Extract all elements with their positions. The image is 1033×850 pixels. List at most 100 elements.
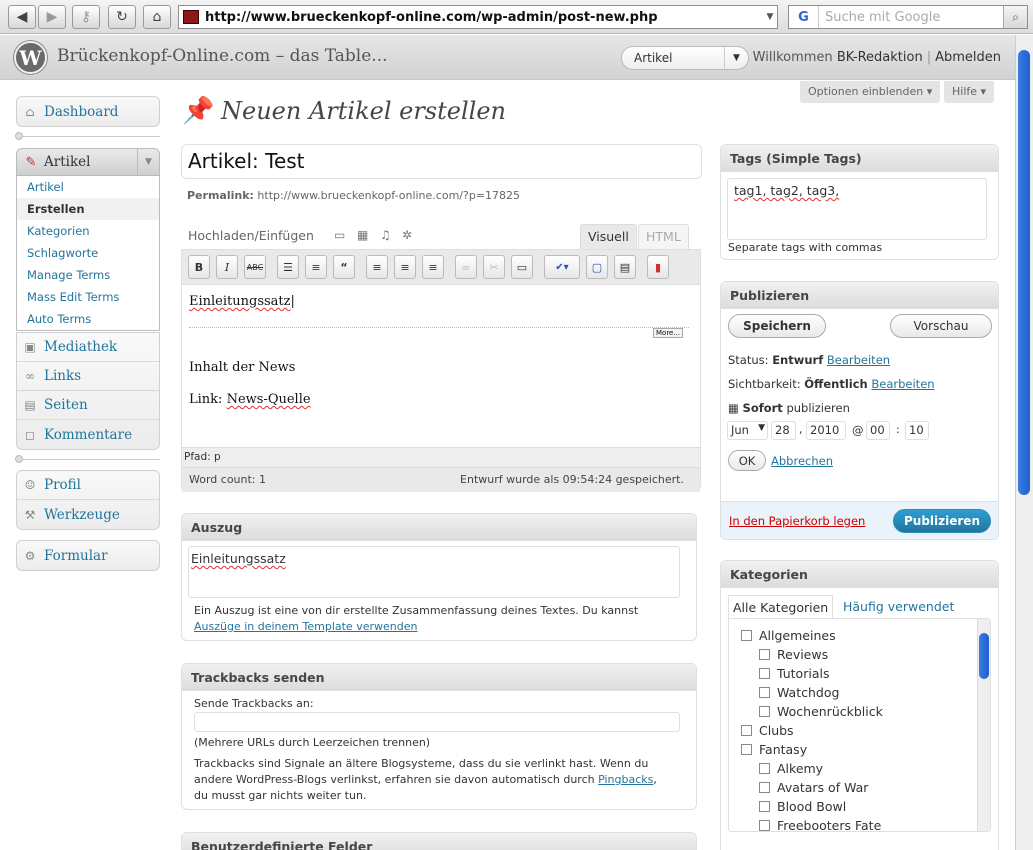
category-checkbox[interactable]: [759, 801, 770, 812]
tab-all-categories[interactable]: Alle Kategorien: [728, 595, 834, 619]
google-icon[interactable]: G: [789, 6, 819, 28]
category-checkbox[interactable]: [741, 630, 752, 641]
search-input[interactable]: Suche mit Google: [819, 10, 1003, 25]
category-item[interactable]: Reviews: [759, 647, 828, 662]
add-audio-icon[interactable]: ♫: [380, 228, 391, 242]
add-image-icon[interactable]: ▭: [334, 228, 345, 242]
forward-button[interactable]: ▶: [38, 5, 66, 29]
pingbacks-link[interactable]: Pingbacks: [598, 773, 653, 786]
user-link[interactable]: BK-Redaktion: [837, 50, 923, 65]
submenu-item-artikel[interactable]: Artikel: [17, 176, 159, 198]
submenu-item-erstellen[interactable]: Erstellen: [17, 198, 159, 220]
screen-options-button[interactable]: Optionen einblenden ▾: [800, 81, 941, 103]
sidebar-item-werkzeuge[interactable]: ⚒ Werkzeuge: [17, 500, 159, 529]
hour-input[interactable]: 00: [866, 421, 890, 440]
favorite-action-label[interactable]: Artikel: [622, 51, 724, 65]
category-item[interactable]: Tutorials: [759, 666, 829, 681]
category-scrollbar[interactable]: [977, 619, 990, 831]
sidebar-item-links[interactable]: ∞ Links: [17, 362, 159, 391]
tags-input[interactable]: tag1, tag2, tag3,: [727, 178, 987, 240]
submenu-item-schlagworte[interactable]: Schlagworte: [17, 242, 159, 264]
sidebar-item-kommentare[interactable]: ◻ Kommentare: [17, 420, 159, 449]
sidebar-item-dashboard[interactable]: ⌂ Dashboard: [17, 97, 159, 126]
category-item[interactable]: Blood Bowl: [759, 799, 846, 814]
category-item[interactable]: Watchdog: [759, 685, 839, 700]
category-item[interactable]: Avatars of War: [759, 780, 868, 795]
category-checkbox[interactable]: [759, 668, 770, 679]
chevron-down-icon[interactable]: ▼: [758, 423, 765, 433]
cancel-link[interactable]: Abbrechen: [771, 454, 833, 468]
category-checkbox[interactable]: [759, 820, 770, 831]
publish-button[interactable]: Publizieren: [893, 509, 991, 533]
separator-handle-icon[interactable]: [15, 455, 23, 463]
reload-button[interactable]: ↻: [108, 5, 136, 29]
home-button[interactable]: ⌂: [143, 5, 171, 29]
more-tag-icon[interactable]: ▭: [511, 255, 533, 279]
month-select[interactable]: Jun ▼: [727, 421, 768, 440]
category-checkbox[interactable]: [759, 782, 770, 793]
trackbacks-input[interactable]: [194, 712, 680, 732]
submenu-item-kategorien[interactable]: Kategorien: [17, 220, 159, 242]
preview-button[interactable]: Vorschau: [890, 314, 992, 338]
edit-status-link[interactable]: Bearbeiten: [827, 353, 890, 367]
submenu-item-auto-terms[interactable]: Auto Terms: [17, 308, 159, 330]
back-button[interactable]: ◀: [8, 5, 36, 29]
category-checkbox[interactable]: [759, 763, 770, 774]
category-item[interactable]: Fantasy: [741, 742, 807, 757]
url-dropdown-icon[interactable]: ▼: [763, 12, 777, 22]
strikethrough-icon[interactable]: ABC: [244, 255, 266, 279]
bold-icon[interactable]: B: [188, 255, 210, 279]
excerpt-help-link[interactable]: Auszüge in deinem Template verwenden: [194, 620, 417, 633]
numbered-list-icon[interactable]: ≡: [305, 255, 327, 279]
categories-title[interactable]: Kategorien: [721, 561, 998, 588]
sidebar-item-formular[interactable]: ⚙ Formular: [17, 541, 159, 570]
category-checkbox[interactable]: [759, 649, 770, 660]
tab-popular-categories[interactable]: Häufig verwendet: [843, 599, 954, 614]
italic-icon[interactable]: I: [216, 255, 238, 279]
link-icon[interactable]: ∞: [455, 255, 477, 279]
category-item[interactable]: Allgemeines: [741, 628, 836, 643]
chevron-down-icon[interactable]: ▼: [137, 149, 159, 175]
add-video-icon[interactable]: ▦: [357, 228, 368, 242]
publish-title[interactable]: Publizieren: [721, 282, 998, 309]
search-bar[interactable]: G Suche mit Google ⌕: [788, 5, 1028, 29]
excerpt-title[interactable]: Auszug: [182, 514, 696, 541]
excerpt-textarea[interactable]: Einleitungssatz: [188, 546, 680, 598]
category-scroll-thumb[interactable]: [979, 633, 989, 679]
submenu-item-manage-terms[interactable]: Manage Terms: [17, 264, 159, 286]
category-checkbox[interactable]: [741, 725, 752, 736]
edit-visibility-link[interactable]: Bearbeiten: [871, 377, 934, 391]
post-title-input[interactable]: Artikel: Test: [181, 144, 702, 179]
tab-visual[interactable]: Visuell: [580, 224, 637, 250]
category-item[interactable]: Clubs: [741, 723, 794, 738]
page-scroll-thumb[interactable]: [1018, 50, 1030, 495]
category-checkbox[interactable]: [759, 706, 770, 717]
chevron-down-icon[interactable]: ▼: [724, 47, 748, 69]
help-button[interactable]: Hilfe ▾: [944, 81, 995, 103]
unlink-icon[interactable]: ✂: [483, 255, 505, 279]
custom-fields-title[interactable]: Benutzerdefinierte Felder: [182, 833, 696, 850]
sidebar-item-artikel[interactable]: ✎ Artikel ▼: [16, 148, 160, 176]
sidebar-item-profil[interactable]: ☺ Profil: [17, 471, 159, 500]
category-item[interactable]: Freebooters Fate: [759, 818, 881, 831]
day-input[interactable]: 28: [771, 421, 796, 440]
favorite-actions-dropdown[interactable]: Artikel ▼: [621, 46, 749, 70]
trash-link[interactable]: In den Papierkorb legen: [729, 514, 865, 528]
add-media-icon[interactable]: ✲: [402, 228, 412, 242]
spellcheck-icon[interactable]: ✔▾: [544, 255, 580, 279]
site-title[interactable]: Brückenkopf-Online.com – das Table...: [57, 46, 388, 66]
align-left-icon[interactable]: ≡: [366, 255, 388, 279]
category-item[interactable]: Wochenrückblick: [759, 704, 883, 719]
kitchen-sink-icon[interactable]: ▤: [614, 255, 636, 279]
separator-handle-icon[interactable]: [15, 132, 23, 140]
category-checkbox[interactable]: [741, 744, 752, 755]
sidebar-item-seiten[interactable]: ▤ Seiten: [17, 391, 159, 420]
permalink-url[interactable]: http://www.brueckenkopf-online.com/?p=17…: [257, 189, 520, 202]
logout-link[interactable]: Abmelden: [935, 50, 1001, 65]
chart-plugin-icon[interactable]: ▮: [647, 255, 669, 279]
tags-title[interactable]: Tags (Simple Tags): [721, 145, 998, 172]
url-bar[interactable]: http://www.brueckenkopf-online.com/wp-ad…: [178, 5, 778, 29]
ok-button[interactable]: OK: [728, 450, 766, 471]
year-input[interactable]: 2010: [806, 421, 846, 440]
blockquote-icon[interactable]: “: [333, 255, 355, 279]
